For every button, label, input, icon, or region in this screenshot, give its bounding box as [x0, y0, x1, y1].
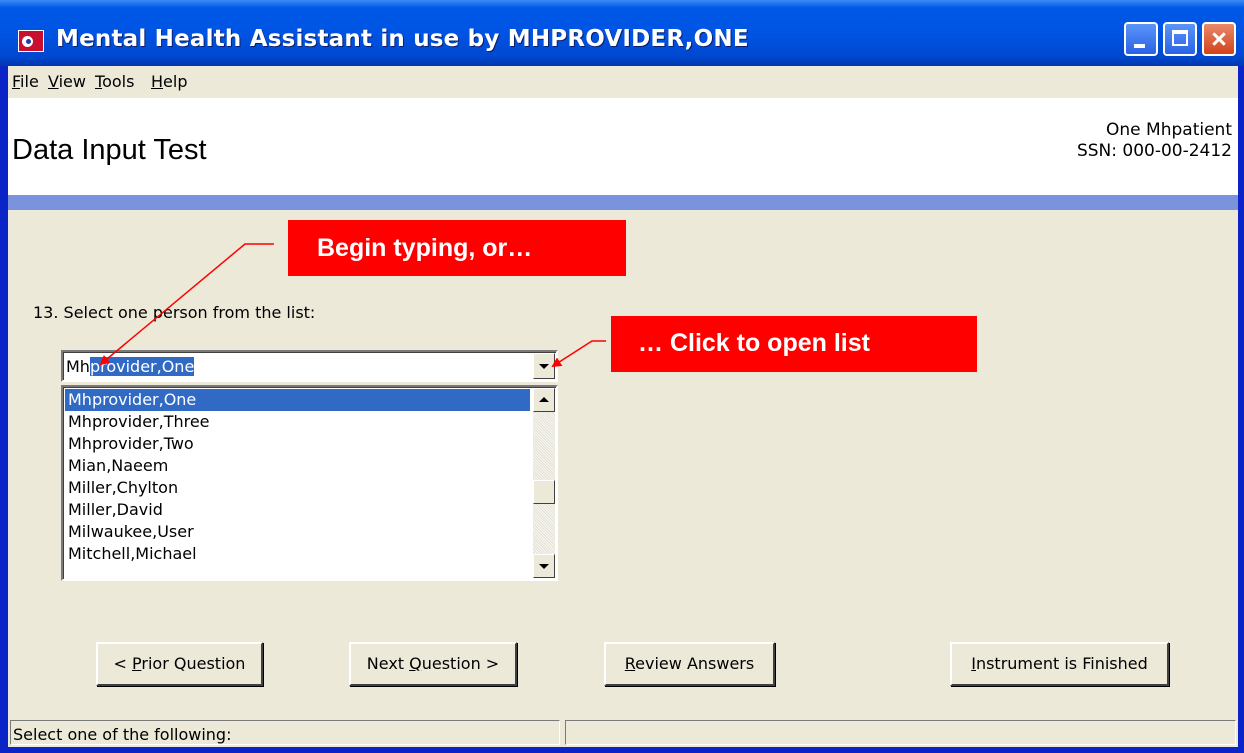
- title-bar[interactable]: Mental Health Assistant in use by MHPROV…: [0, 0, 1244, 66]
- header-band: Data Input Test One Mhpatient SSN: 000-0…: [8, 98, 1238, 195]
- list-item[interactable]: Mian,Naeem: [65, 455, 530, 477]
- client-area: File View Tools Help Data Input Test One…: [8, 66, 1238, 747]
- maximize-button[interactable]: [1163, 22, 1197, 56]
- next-question-button[interactable]: Next Question >: [349, 642, 517, 686]
- arrow-to-dropdown-button: [551, 340, 606, 368]
- menu-bar: File View Tools Help: [8, 66, 1238, 98]
- close-icon: ×: [1211, 24, 1227, 54]
- list-item[interactable]: Miller,David: [65, 499, 530, 521]
- list-scrollbar[interactable]: [533, 388, 555, 578]
- question-text: 13. Select one person from the list:: [33, 303, 316, 322]
- menu-view[interactable]: View: [48, 72, 86, 91]
- list-item[interactable]: Mhprovider,Two: [65, 433, 530, 455]
- status-pane-message: Select one of the following:: [10, 720, 560, 745]
- scroll-thumb[interactable]: [533, 480, 555, 504]
- list-item[interactable]: Miller,Chylton: [65, 477, 530, 499]
- dropdown-button[interactable]: [533, 353, 555, 379]
- combobox-text[interactable]: Mhprovider,One: [66, 357, 195, 376]
- callout-begin-typing: Begin typing, or…: [288, 220, 626, 276]
- menu-tools[interactable]: Tools: [95, 72, 134, 91]
- application-window: Mental Health Assistant in use by MHPROV…: [0, 0, 1244, 753]
- list-item[interactable]: Mitchell,Michael: [65, 543, 530, 565]
- list-item[interactable]: Mhprovider,One: [65, 389, 530, 411]
- close-button[interactable]: ×: [1202, 22, 1236, 56]
- list-item[interactable]: Milwaukee,User: [65, 521, 530, 543]
- arrow-up-icon: [539, 397, 549, 402]
- menu-file[interactable]: File: [12, 72, 39, 91]
- callout-open-list: … Click to open list: [611, 316, 977, 372]
- instrument-finished-button[interactable]: Instrument is Finished: [950, 642, 1169, 686]
- review-answers-button[interactable]: Review Answers: [604, 642, 775, 686]
- status-message: Select one of the following:: [13, 725, 232, 744]
- menu-help[interactable]: Help: [151, 72, 187, 91]
- patient-name: One Mhpatient: [1106, 120, 1232, 140]
- scroll-down-button[interactable]: [533, 554, 555, 578]
- scroll-up-button[interactable]: [533, 388, 555, 412]
- window-title: Mental Health Assistant in use by MHPROV…: [56, 26, 749, 52]
- status-bar: Select one of the following:: [8, 718, 1238, 747]
- divider-band: [8, 195, 1238, 210]
- minimize-button[interactable]: [1124, 22, 1158, 56]
- page-title: Data Input Test: [12, 134, 207, 166]
- list-item[interactable]: Mhprovider,Three: [65, 411, 530, 433]
- status-pane-secondary: [565, 720, 1236, 745]
- combobox-autocomplete-text: provider,One: [89, 357, 195, 376]
- patient-ssn: SSN: 000-00-2412: [1076, 141, 1232, 161]
- prior-question-button[interactable]: < Prior Question: [96, 642, 263, 686]
- app-icon[interactable]: [18, 30, 44, 52]
- arrow-down-icon: [539, 564, 549, 569]
- person-listbox[interactable]: Mhprovider,One Mhprovider,Three Mhprovid…: [61, 385, 558, 581]
- combobox-typed-text: Mh: [66, 357, 90, 376]
- person-combobox[interactable]: Mhprovider,One: [61, 350, 558, 382]
- chevron-down-icon: [539, 364, 549, 369]
